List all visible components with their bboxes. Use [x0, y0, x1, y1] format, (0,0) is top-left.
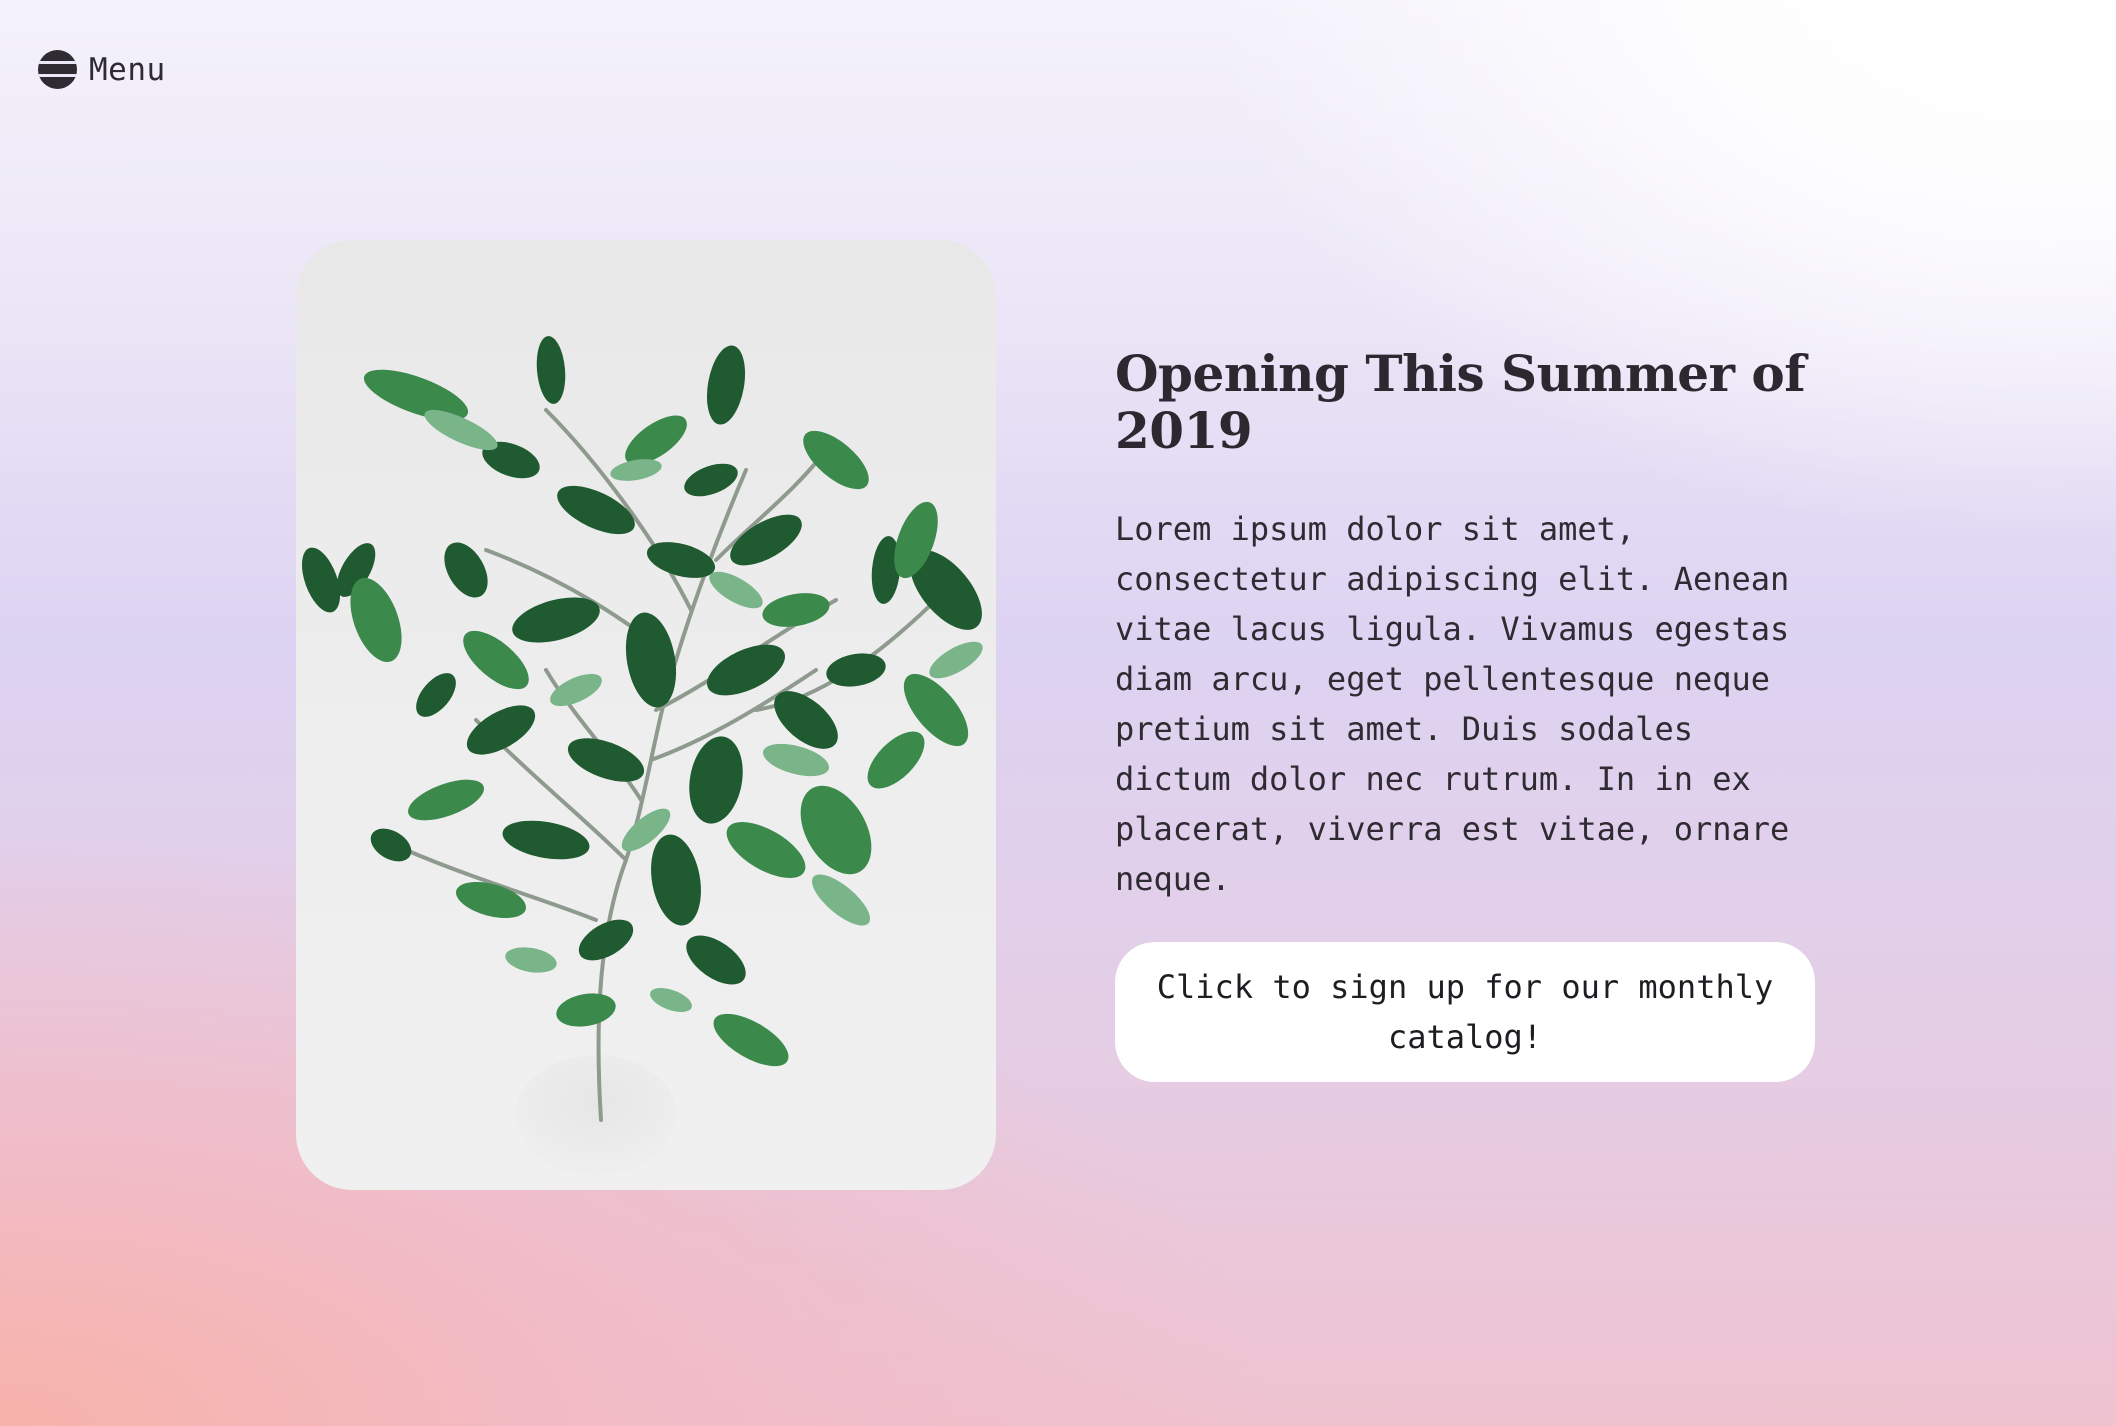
leafy-branch-illustration: [301, 336, 983, 1175]
menu-button[interactable]: Menu: [38, 50, 166, 89]
hero-content: Opening This Summer of 2019 Lorem ipsum …: [1115, 345, 1815, 1082]
page-title: Opening This Summer of 2019: [1115, 344, 1806, 460]
signup-button[interactable]: Click to sign up for our monthly catalog…: [1115, 942, 1815, 1082]
hamburger-icon: [38, 50, 77, 89]
hero-image: [296, 240, 996, 1190]
menu-label: Menu: [89, 51, 166, 88]
hero-description: Lorem ipsum dolor sit amet, consectetur …: [1115, 510, 1790, 898]
